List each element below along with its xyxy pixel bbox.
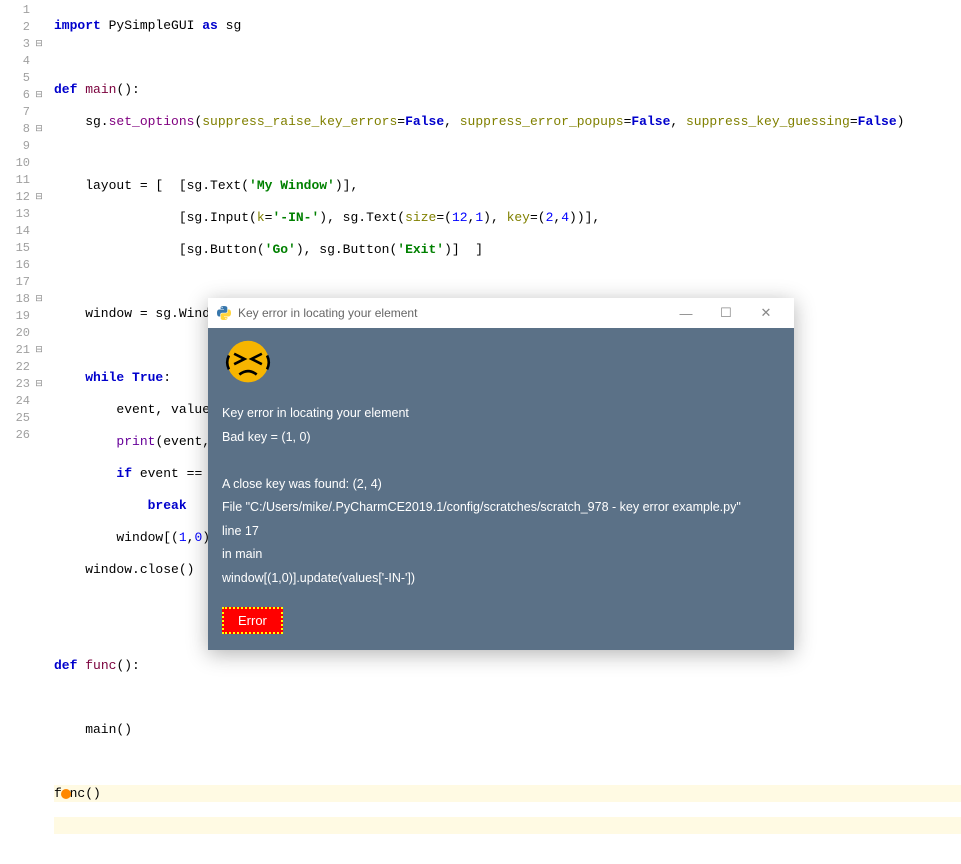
frustrated-emoji-icon	[222, 338, 274, 386]
code-line	[54, 817, 961, 834]
error-text: in main	[222, 546, 780, 564]
error-button[interactable]: Error	[222, 607, 283, 634]
error-dialog: Key error in locating your element — ☐ ✕…	[208, 298, 794, 650]
code-line: [sg.Input(k='-IN-'), sg.Text(size=(12,1)…	[54, 209, 961, 226]
error-text: Bad key = (1, 0)	[222, 429, 780, 447]
maximize-button[interactable]: ☐	[706, 298, 746, 328]
line-number: 10	[0, 155, 44, 172]
line-number: 11	[0, 172, 44, 189]
python-icon	[216, 305, 232, 321]
code-line: layout = [ [sg.Text('My Window')],	[54, 177, 961, 194]
breakpoint-icon[interactable]	[61, 789, 71, 799]
line-number: 15	[0, 240, 44, 257]
code-line: [sg.Button('Go'), sg.Button('Exit')] ]	[54, 241, 961, 258]
line-number: 12⊟	[0, 189, 44, 206]
line-number: 1	[0, 2, 44, 19]
fold-icon[interactable]: ⊟	[34, 380, 44, 390]
code-line: sg.set_options(suppress_raise_key_errors…	[54, 113, 961, 130]
line-number: 5	[0, 70, 44, 87]
code-line	[54, 273, 961, 290]
code-line	[54, 753, 961, 770]
code-line	[54, 689, 961, 706]
error-text: A close key was found: (2, 4)	[222, 476, 780, 494]
code-line	[54, 145, 961, 162]
dialog-titlebar[interactable]: Key error in locating your element — ☐ ✕	[208, 298, 794, 328]
line-number: 22	[0, 359, 44, 376]
line-number: 9	[0, 138, 44, 155]
line-number: 20	[0, 325, 44, 342]
fold-icon[interactable]: ⊟	[34, 91, 44, 101]
line-number: 2	[0, 19, 44, 36]
line-number: 17	[0, 274, 44, 291]
line-number: 21⊟	[0, 342, 44, 359]
error-text: window[(1,0)].update(values['-IN-'])	[222, 570, 780, 588]
fold-icon[interactable]: ⊟	[34, 125, 44, 135]
line-number: 7	[0, 104, 44, 121]
line-number: 23⊟	[0, 376, 44, 393]
fold-icon[interactable]: ⊟	[34, 346, 44, 356]
code-line-current: func()	[54, 785, 961, 802]
line-number: 18⊟	[0, 291, 44, 308]
line-number: 8⊟	[0, 121, 44, 138]
dialog-title: Key error in locating your element	[238, 306, 666, 320]
error-text: Key error in locating your element	[222, 405, 780, 423]
line-number: 26	[0, 427, 44, 444]
line-number: 16	[0, 257, 44, 274]
line-number: 6⊟	[0, 87, 44, 104]
line-number: 25	[0, 410, 44, 427]
code-line: main()	[54, 721, 961, 738]
line-number: 24	[0, 393, 44, 410]
line-number: 19	[0, 308, 44, 325]
fold-icon[interactable]: ⊟	[34, 193, 44, 203]
line-number: 3⊟	[0, 36, 44, 53]
line-number: 13	[0, 206, 44, 223]
error-text: line 17	[222, 523, 780, 541]
error-text: File "C:/Users/mike/.PyCharmCE2019.1/con…	[222, 499, 780, 517]
line-number-gutter: 1 2 3⊟ 4 5 6⊟ 7 8⊟ 9 10 11 12⊟ 13 14 15 …	[0, 0, 48, 658]
minimize-button[interactable]: —	[666, 298, 706, 328]
code-line: def main():	[54, 81, 961, 98]
dialog-body: Key error in locating your element Bad k…	[208, 328, 794, 644]
code-line: import PySimpleGUI as sg	[54, 17, 961, 34]
code-line	[54, 49, 961, 66]
fold-icon[interactable]: ⊟	[34, 295, 44, 305]
fold-icon[interactable]: ⊟	[34, 40, 44, 50]
line-number: 14	[0, 223, 44, 240]
close-button[interactable]: ✕	[746, 298, 786, 328]
code-line: def func():	[54, 657, 961, 674]
line-number: 4	[0, 53, 44, 70]
